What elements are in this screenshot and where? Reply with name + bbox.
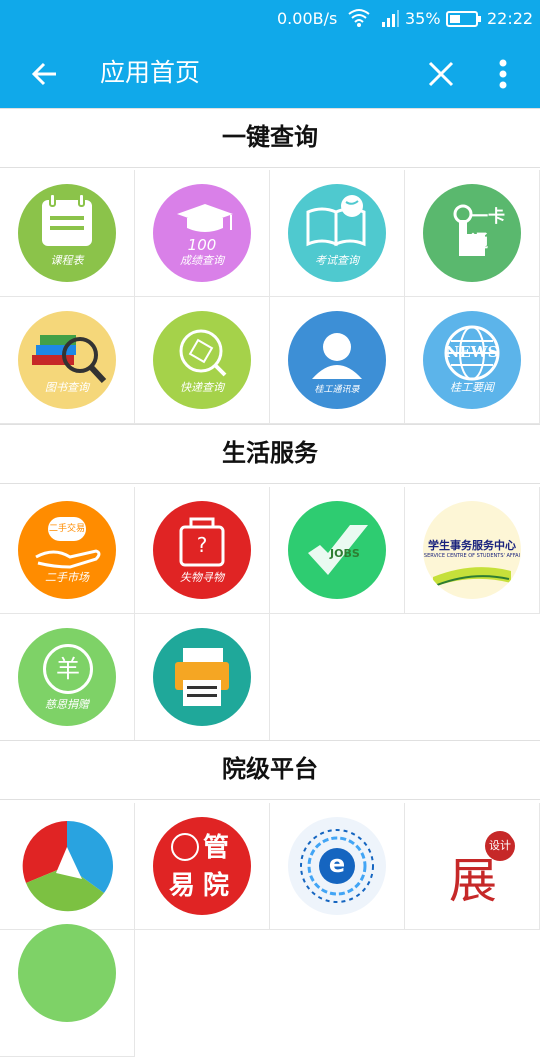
signal-icon xyxy=(380,8,400,33)
app-donation[interactable]: 羊 慈恩捐赠 xyxy=(0,614,135,741)
management-logo-icon: 管 易 院 xyxy=(153,817,251,915)
package-search-icon: 快递查询 xyxy=(153,311,251,409)
books-magnifier-icon: 图书查询 xyxy=(18,311,116,409)
grades-label: 成绩查询 xyxy=(180,254,224,267)
lost-bag-icon: ? 失物寻物 xyxy=(153,501,251,599)
app-student-affairs[interactable]: 学生事务服务中心 SERVICE CENTRE OF STUDENTS' AFF… xyxy=(405,487,540,614)
app-campus-card[interactable]: 一卡通 xyxy=(405,170,540,297)
card-label: 一卡通 xyxy=(471,207,505,252)
app-news[interactable]: NEWS 桂工要闻 xyxy=(405,297,540,424)
mgmt-char-1: 管 xyxy=(203,833,230,863)
app-bar: 应用首页 xyxy=(0,38,540,110)
contacts-label: 桂工通讯录 xyxy=(314,385,360,395)
schedule-label: 课程表 xyxy=(50,254,84,267)
jobs-word: JOBS xyxy=(330,547,360,560)
page-title: 应用首页 xyxy=(100,58,201,87)
graduation-cap-icon: 100 成绩查询 xyxy=(153,184,251,282)
empty-cell xyxy=(270,614,405,741)
app-exam[interactable]: 考试查询 xyxy=(270,170,405,297)
app-management-college[interactable]: 管 易 院 xyxy=(135,803,270,930)
wifi-icon xyxy=(348,8,370,33)
student-affairs-logo-icon: 学生事务服务中心 SERVICE CENTRE OF STUDENTS' AFF… xyxy=(423,501,521,599)
section-header-life-services: 生活服务 xyxy=(0,424,540,484)
express-label: 快递查询 xyxy=(180,381,224,394)
globe-news-icon: NEWS 桂工要闻 xyxy=(423,311,521,409)
printer-icon xyxy=(153,628,251,726)
close-button[interactable] xyxy=(417,50,465,98)
app-grades[interactable]: 100 成绩查询 xyxy=(135,170,270,297)
app-college-1[interactable] xyxy=(0,803,135,930)
app-library[interactable]: 图书查询 xyxy=(0,297,135,424)
currency-icon: 羊 慈恩捐赠 xyxy=(18,628,116,726)
app-express[interactable]: 快递查询 xyxy=(135,297,270,424)
design-exhibition-icon: 展 设计 xyxy=(423,817,521,915)
back-button[interactable] xyxy=(21,50,69,98)
app-second-hand[interactable]: 二手交易 二手市场 xyxy=(0,487,135,614)
person-icon: 桂工通讯录 xyxy=(288,311,386,409)
book-globe-icon: 考试查询 xyxy=(288,184,386,282)
partial-green-icon xyxy=(18,924,116,1022)
back-arrow-icon xyxy=(32,62,56,86)
library-label: 图书查询 xyxy=(45,381,89,394)
touch-card-icon: 一卡通 xyxy=(423,184,521,282)
more-menu-button[interactable] xyxy=(479,50,527,98)
network-speed: 0.00B/s xyxy=(277,9,338,28)
mgmt-char-2: 易 xyxy=(169,871,196,901)
app-lost-found[interactable]: ? 失物寻物 xyxy=(135,487,270,614)
tricolor-logo-icon xyxy=(18,817,116,915)
news-word: NEWS xyxy=(445,343,499,361)
more-vertical-icon xyxy=(499,59,507,89)
design-badge: 设计 xyxy=(485,831,515,861)
app-schedule[interactable]: 课程表 xyxy=(0,170,135,297)
app-college-partial[interactable] xyxy=(0,924,135,1057)
seal-icon xyxy=(171,833,199,861)
battery-icon xyxy=(446,10,482,33)
app-print[interactable] xyxy=(135,614,270,741)
exam-label: 考试查询 xyxy=(315,254,359,267)
mgmt-char-3: 院 xyxy=(203,871,230,901)
app-design-exhibition[interactable]: 展 设计 xyxy=(405,803,540,930)
lost-question-mark: ? xyxy=(196,533,208,557)
close-icon xyxy=(428,61,454,87)
donation-label: 慈恩捐赠 xyxy=(45,698,89,711)
status-bar: 0.00B/s 35% 22:22 xyxy=(0,0,540,38)
battery-percent: 35% xyxy=(405,9,441,28)
schedule-icon: 课程表 xyxy=(18,184,116,282)
hand-heart-icon: 二手交易 二手市场 xyxy=(18,501,116,599)
section-header-college-platform: 院级平台 xyxy=(0,740,540,800)
app-jobs[interactable]: JOBS xyxy=(270,487,405,614)
e-letter: e xyxy=(328,850,346,878)
clock: 22:22 xyxy=(487,9,534,28)
lost-found-label: 失物寻物 xyxy=(180,571,224,584)
donation-symbol: 羊 xyxy=(43,644,93,694)
e-globe-icon: e xyxy=(288,817,386,915)
second-hand-label: 二手市场 xyxy=(45,571,89,584)
app-contacts[interactable]: 桂工通讯录 xyxy=(270,297,405,424)
app-e-platform[interactable]: e xyxy=(270,803,405,930)
section-header-quick-query: 一键查询 xyxy=(0,108,540,168)
jobs-check-icon: JOBS xyxy=(288,501,386,599)
news-label: 桂工要闻 xyxy=(450,381,494,394)
